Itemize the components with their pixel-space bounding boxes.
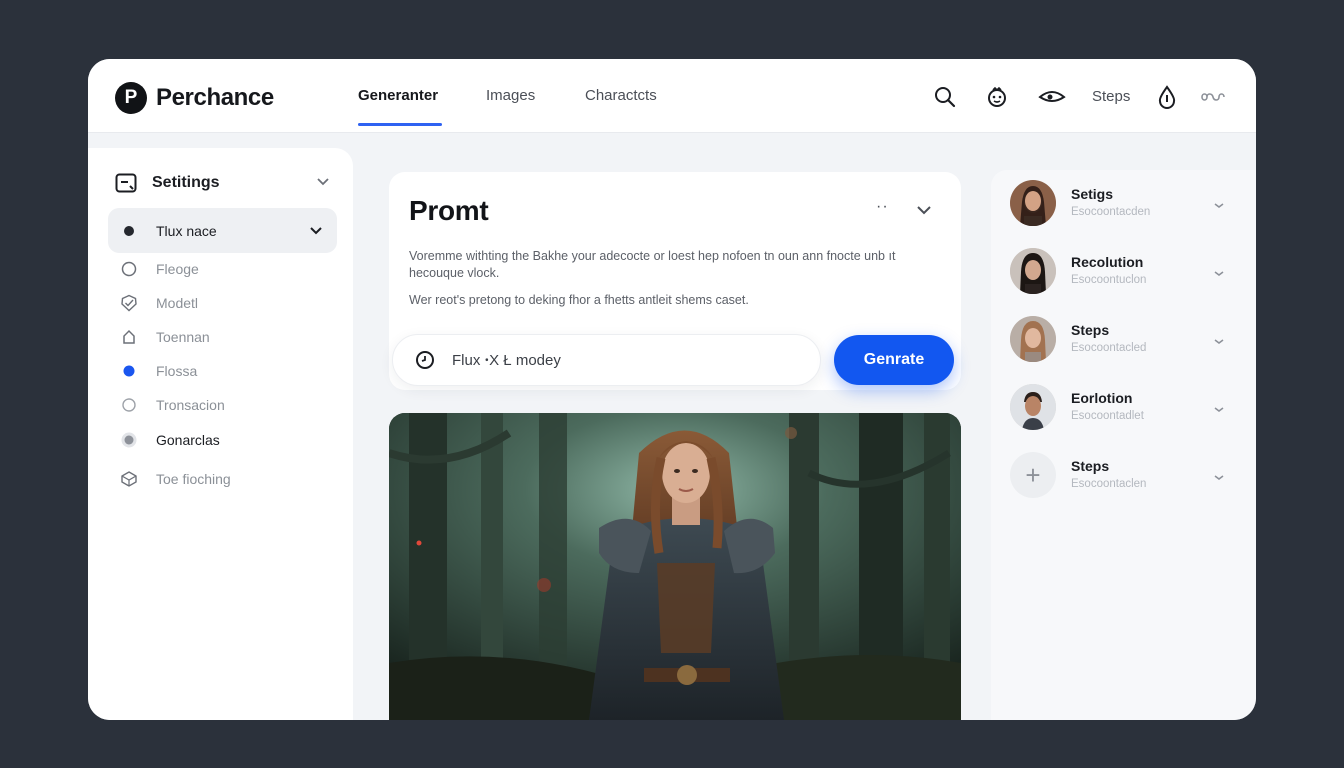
sidebar-item-tronsacion[interactable]: Tronsacion xyxy=(120,395,225,415)
sidebar-item-fleoge[interactable]: Fleoge xyxy=(120,259,199,279)
option-subtitle: Esocoontuclon xyxy=(1071,274,1147,286)
option-subtitle: Esocoontacden xyxy=(1071,206,1151,218)
option-subtitle: Esocoontacled xyxy=(1071,342,1147,354)
generated-image[interactable] xyxy=(389,413,961,720)
option-title: Setigs xyxy=(1071,186,1114,202)
app-name: Perchance xyxy=(156,84,274,111)
prompt-text[interactable]: Voremme withting the Bakhe your adecocte… xyxy=(409,248,939,282)
blue-dot-icon xyxy=(120,362,138,380)
add-icon[interactable]: + xyxy=(1010,452,1056,498)
sidebar-item-label: Tlux nace xyxy=(156,222,217,239)
cube-icon xyxy=(120,470,138,488)
option-item[interactable]: Recolution Esocoontuclon xyxy=(1010,248,1235,296)
sidebar-item-label: Gonarclas xyxy=(156,432,220,448)
chevron-down-icon[interactable] xyxy=(316,174,330,192)
sidebar-item-toennan[interactable]: Toennan xyxy=(120,327,210,347)
avatar xyxy=(1010,384,1056,430)
option-item[interactable]: Eorlotion Esocoontadlet xyxy=(1010,384,1235,432)
sidebar-item-label: Toe fioching xyxy=(156,471,231,487)
sidebar-item-label: Tronsacion xyxy=(156,397,225,413)
steps-link[interactable]: Steps xyxy=(1092,88,1130,105)
sidebar-item-flossa[interactable]: Flossa xyxy=(120,361,197,381)
logo[interactable]: P Perchance xyxy=(115,82,274,114)
radio-filled-icon xyxy=(120,431,138,449)
chevron-down-icon[interactable] xyxy=(1213,469,1225,487)
option-title: Steps xyxy=(1071,322,1110,338)
chevron-down-icon[interactable] xyxy=(309,223,323,241)
settings-header[interactable]: Setitings xyxy=(115,170,330,196)
eye-icon[interactable] xyxy=(1038,85,1066,109)
sidebar-item-gonarclas[interactable]: Gonarclas xyxy=(120,430,220,450)
sidebar-item-selected[interactable]: Tlux nace xyxy=(108,208,337,253)
settings-title: Setitings xyxy=(152,174,220,191)
chevron-down-icon[interactable] xyxy=(1213,401,1225,419)
clock-icon xyxy=(416,351,434,369)
chevron-down-icon[interactable] xyxy=(916,202,932,220)
tab-generator[interactable]: Generanter xyxy=(358,87,438,104)
more-options-icon[interactable]: ·· xyxy=(876,198,889,216)
option-subtitle: Esocoontadlet xyxy=(1071,410,1144,422)
avatar xyxy=(1010,248,1056,294)
sidebar-item-label: Modetl xyxy=(156,295,199,311)
option-title: Steps xyxy=(1071,458,1110,474)
option-item[interactable]: Setigs Esocoontacden xyxy=(1010,180,1235,228)
infinity-icon[interactable] xyxy=(1200,85,1226,109)
forest-warrior-image xyxy=(389,413,961,720)
small-circle-icon xyxy=(120,396,138,414)
chevron-down-icon[interactable] xyxy=(1213,265,1225,283)
face-icon[interactable] xyxy=(985,85,1009,109)
sidebar-item-toe-fioching[interactable]: Toe fioching xyxy=(120,469,231,489)
chevron-down-icon[interactable] xyxy=(1213,333,1225,351)
drop-icon[interactable] xyxy=(1155,85,1179,109)
sidebar-item-label: Flossa xyxy=(156,363,198,379)
active-tab-indicator xyxy=(358,123,442,126)
option-title: Recolution xyxy=(1071,254,1144,270)
top-header: P Perchance Generanter Images Charactcts… xyxy=(88,59,1256,133)
chevron-down-icon[interactable] xyxy=(1213,197,1225,215)
option-subtitle: Esocoontaclen xyxy=(1071,478,1147,490)
tab-characters[interactable]: Charactcts xyxy=(585,87,657,104)
badge-check-icon xyxy=(120,294,138,312)
generate-button[interactable]: Genrate xyxy=(834,335,954,385)
logo-mark: P xyxy=(115,82,147,114)
sidebar-item-label: Fleoge xyxy=(156,261,199,277)
options-panel: Setigs Esocoontacden Recolution Esocoont… xyxy=(991,170,1256,720)
avatar xyxy=(1010,180,1056,226)
option-item[interactable]: Steps Esocoontacled xyxy=(1010,316,1235,364)
settings-sidebar: Setitings Tlux nace Fleoge Modetl Toenna… xyxy=(88,148,353,720)
tab-images[interactable]: Images xyxy=(486,87,535,104)
option-title: Eorlotion xyxy=(1071,390,1133,406)
search-icon[interactable] xyxy=(933,85,957,109)
model-input[interactable]: Flux ꞏX Ł modey xyxy=(392,334,821,386)
option-item[interactable]: + Steps Esocoontaclen xyxy=(1010,452,1235,500)
model-input-value: Flux ꞏX Ł modey xyxy=(452,352,561,369)
app-window: P Perchance Generanter Images Charactcts… xyxy=(88,59,1256,720)
sidebar-item-label: Toennan xyxy=(156,329,210,345)
circle-outline-icon xyxy=(120,260,138,278)
avatar xyxy=(1010,316,1056,362)
dot-icon xyxy=(124,225,134,236)
sidebar-item-modetl[interactable]: Modetl xyxy=(120,293,198,313)
prompt-hint: Wer reot's pretong to deking fhor a fhet… xyxy=(409,293,749,307)
prompt-title: Promt xyxy=(409,195,489,226)
home-outline-icon xyxy=(120,328,138,346)
settings-icon xyxy=(115,173,137,193)
